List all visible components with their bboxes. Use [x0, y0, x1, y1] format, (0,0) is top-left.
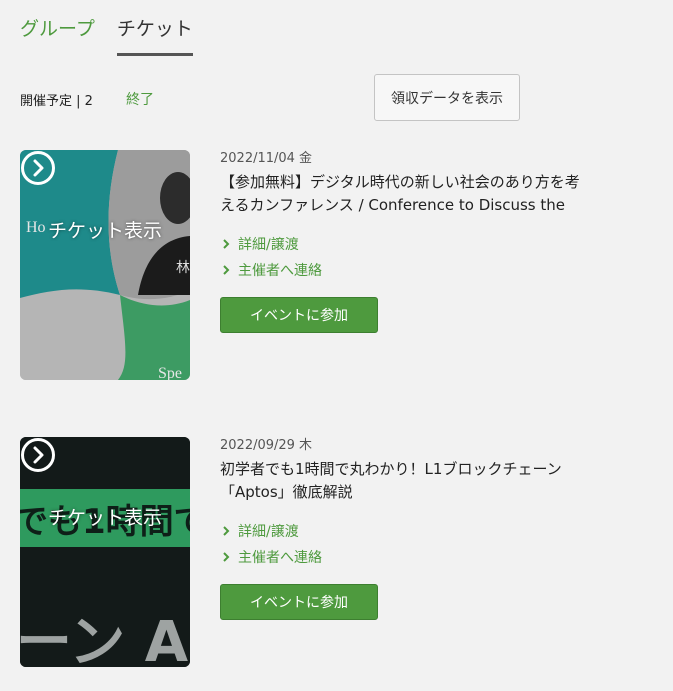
contact-organizer-link[interactable]: 主催者へ連絡 [220, 261, 660, 279]
event-title: 初学者でも1時間で丸わかり！L1ブロックチェーン「Aptos」徹底解説 [220, 460, 562, 501]
ticket-display-label: チケット表示 [47, 507, 162, 529]
upcoming-filter[interactable]: 開催予定 | 2 [20, 90, 93, 109]
contact-organizer-label: 主催者へ連絡 [238, 550, 322, 566]
chevron-right-icon [223, 552, 230, 562]
details-transfer-link[interactable]: 詳細/譲渡 [220, 235, 660, 253]
thumb-text-spe: Spe [158, 365, 182, 380]
details-transfer-label: 詳細/譲渡 [238, 524, 299, 540]
chevron-right-icon [223, 265, 230, 275]
show-receipt-button[interactable]: 領収データを表示 [374, 74, 520, 121]
join-event-button[interactable]: イベントに参加 [220, 584, 378, 620]
chevron-right-icon [223, 239, 230, 249]
thumb-text-line2: ーン Ap [20, 610, 190, 667]
ticket-thumbnail[interactable]: でも1時間で丸わ ーン Ap チケット表示 [20, 437, 190, 667]
join-event-button[interactable]: イベントに参加 [220, 297, 378, 333]
event-info: 2022/11/04 金 【参加無料】デジタル時代の新しい社会のあり方を考えるカ… [220, 150, 660, 333]
tab-ticket[interactable]: チケット [116, 16, 193, 56]
circle-chevron-right-icon [21, 438, 55, 472]
details-transfer-link[interactable]: 詳細/譲渡 [220, 522, 660, 540]
ticket-thumbnail[interactable]: Ho 林 Spe チケット表示 [20, 150, 190, 380]
event-date: 2022/11/04 金 [220, 151, 313, 166]
event-info: 2022/09/29 木 初学者でも1時間で丸わかり！L1ブロックチェーン「Ap… [220, 437, 660, 620]
event-card: でも1時間で丸わ ーン Ap チケット表示 2022/09/29 木 初学者でも… [20, 437, 660, 669]
tab-group[interactable]: グループ [20, 16, 95, 56]
event-title: 【参加無料】デジタル時代の新しい社会のあり方を考えるカンファレンス / Conf… [220, 173, 580, 214]
ended-filter[interactable]: 終了 [126, 89, 154, 109]
thumb-text-hayashi: 林 [176, 260, 190, 276]
filter-row: 開催予定 | 2 終了 領収データを表示 [20, 74, 520, 122]
contact-organizer-label: 主催者へ連絡 [238, 263, 322, 279]
event-card: Ho 林 Spe チケット表示 2022/11/04 金 【参加無料】デジタル時… [20, 150, 660, 382]
details-transfer-label: 詳細/譲渡 [238, 237, 299, 253]
event-date: 2022/09/29 木 [220, 438, 313, 453]
tab-bar: グループ チケット [20, 16, 215, 56]
contact-organizer-link[interactable]: 主催者へ連絡 [220, 548, 660, 566]
ticket-display-label: チケット表示 [47, 220, 162, 242]
chevron-right-icon [223, 526, 230, 536]
circle-chevron-right-icon [21, 151, 55, 185]
